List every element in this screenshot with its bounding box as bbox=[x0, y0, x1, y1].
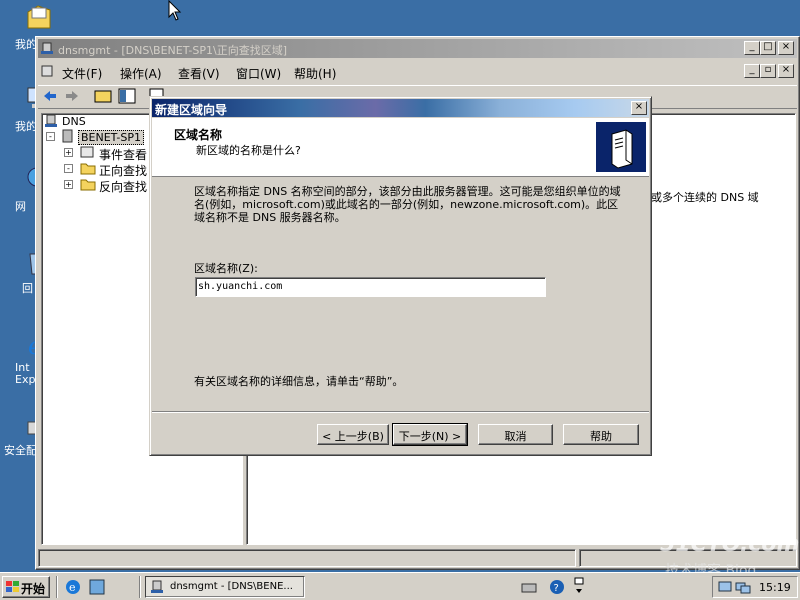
wizard-server-icon bbox=[596, 122, 646, 172]
menu-help[interactable]: 帮助(H) bbox=[294, 65, 336, 82]
dialog-title-bar[interactable]: 新建区域向导 bbox=[152, 99, 649, 117]
dns-task-icon bbox=[151, 580, 163, 593]
dialog-header: 区域名称 新区域的名称是什么? bbox=[152, 118, 649, 177]
task-label: dnsmgmt - [DNS\BENE... bbox=[170, 581, 293, 592]
tray-help-icon[interactable]: ? bbox=[548, 578, 566, 596]
cancel-button[interactable]: 取消 bbox=[478, 424, 553, 445]
forward-folder-icon bbox=[80, 163, 96, 175]
tray-computer-icon[interactable] bbox=[717, 579, 733, 595]
description-text: 区域名称指定 DNS 名称空间的部分，该部分由此服务器管理。这可能是您组织单位的… bbox=[194, 185, 621, 224]
child-minimize-button[interactable]: _ bbox=[744, 64, 760, 78]
event-viewer-icon bbox=[80, 146, 94, 158]
header-title: 区域名称 bbox=[174, 128, 223, 142]
show-tree-icon[interactable] bbox=[118, 88, 136, 104]
zone-name-label: 区域名称(Z): bbox=[194, 262, 258, 275]
svg-text:?: ? bbox=[554, 583, 559, 594]
header-subtitle: 新区域的名称是什么? bbox=[196, 144, 301, 157]
mmc-close-button[interactable]: × bbox=[778, 41, 794, 55]
up-folder-icon[interactable] bbox=[94, 88, 112, 104]
dialog-close-button[interactable]: × bbox=[631, 101, 647, 115]
taskbar-dnsmgmt-button[interactable]: dnsmgmt - [DNS\BENE... bbox=[145, 576, 305, 598]
mmc-title-bar[interactable]: dnsmgmt - [DNS\BENET-SP1\正向查找区域] bbox=[38, 39, 797, 58]
tree-expander-reverse[interactable]: + bbox=[64, 180, 73, 189]
dialog-title-text: 新建区域向导 bbox=[155, 103, 228, 117]
system-tray: 15:19 bbox=[712, 576, 798, 598]
my-documents-icon[interactable] bbox=[24, 2, 54, 30]
menu-window[interactable]: 窗口(W) bbox=[236, 65, 281, 82]
tray-lan-icon[interactable] bbox=[735, 579, 751, 595]
dns-root-icon bbox=[45, 114, 57, 127]
dialog-divider bbox=[152, 411, 649, 413]
tree-expander-server[interactable]: - bbox=[46, 132, 55, 141]
forward-arrow-icon[interactable] bbox=[64, 89, 80, 103]
tree-node-reverse[interactable]: 反向查找 bbox=[99, 178, 147, 195]
ie-quicklaunch-icon[interactable]: e bbox=[64, 578, 82, 596]
menu-file[interactable]: 文件(F) bbox=[62, 65, 102, 82]
dns-app-icon bbox=[41, 42, 53, 54]
quicklaunch-separator bbox=[56, 576, 58, 598]
next-button[interactable]: 下一步(N) > bbox=[392, 423, 468, 446]
tree-expander-events[interactable]: + bbox=[64, 148, 73, 157]
desktop-label-network: 网 bbox=[15, 200, 26, 213]
desktop-label-my-docs: 我的 bbox=[15, 38, 37, 51]
zone-name-input[interactable]: sh.yuanchi.com bbox=[195, 277, 546, 297]
details-text: 或多个连续的 DNS 域 bbox=[651, 191, 759, 204]
svg-text:e: e bbox=[69, 581, 76, 594]
back-arrow-icon[interactable] bbox=[42, 89, 58, 103]
windows-logo-icon bbox=[6, 581, 19, 592]
tree-node-dns[interactable]: DNS bbox=[62, 115, 86, 128]
desktop-label-recycle: 回 bbox=[22, 282, 33, 295]
start-button[interactable]: 开始 bbox=[2, 576, 50, 598]
watermark-logo: 51CTO.com bbox=[660, 532, 800, 557]
explorer-quicklaunch-icon[interactable] bbox=[88, 578, 106, 596]
back-button[interactable]: < 上一步(B) bbox=[317, 424, 389, 445]
tree-node-server[interactable]: BENET-SP1 bbox=[78, 130, 144, 145]
server-icon bbox=[62, 129, 73, 143]
child-close-button[interactable]: × bbox=[778, 64, 794, 78]
tray-network-icon[interactable] bbox=[520, 578, 538, 596]
mmc-title-text: dnsmgmt - [DNS\BENET-SP1\正向查找区域] bbox=[58, 44, 288, 57]
menu-action[interactable]: 操作(A) bbox=[120, 65, 162, 82]
help-button[interactable]: 帮助 bbox=[563, 424, 639, 445]
tree-expander-forward[interactable]: - bbox=[64, 164, 73, 173]
tray-window-icon[interactable] bbox=[572, 576, 586, 596]
mmc-maximize-button[interactable]: □ bbox=[760, 41, 776, 55]
new-zone-wizard-dialog[interactable]: 新建区域向导 × 区域名称 新区域的名称是什么? 区域名称指定 DNS 名称空间… bbox=[149, 96, 652, 456]
tree-node-forward[interactable]: 正向查找 bbox=[99, 162, 147, 179]
clock[interactable]: 15:19 bbox=[759, 581, 791, 594]
task-separator bbox=[139, 576, 141, 598]
tree-node-events[interactable]: 事件查看 bbox=[99, 146, 147, 163]
mmc-minimize-button[interactable]: _ bbox=[744, 41, 760, 55]
help-info-text: 有关区域名称的详细信息，请单击“帮助”。 bbox=[194, 375, 404, 388]
desktop-label-my-computer: 我的 bbox=[15, 120, 37, 133]
desktop-label-ie: Int Exp bbox=[15, 361, 36, 386]
mouse-cursor-icon bbox=[168, 0, 182, 21]
child-restore-button[interactable]: ▫ bbox=[760, 64, 776, 78]
start-label: 开始 bbox=[21, 582, 46, 596]
status-pane-1 bbox=[38, 549, 576, 567]
reverse-folder-icon bbox=[80, 179, 96, 191]
menu-view[interactable]: 查看(V) bbox=[178, 65, 220, 82]
mmc-doc-icon bbox=[41, 65, 53, 77]
taskbar: 开始 e dnsmgmt - [DNS\BENE... ? 15:19 bbox=[0, 572, 800, 600]
desktop-label-security: 安全配 bbox=[4, 444, 37, 457]
